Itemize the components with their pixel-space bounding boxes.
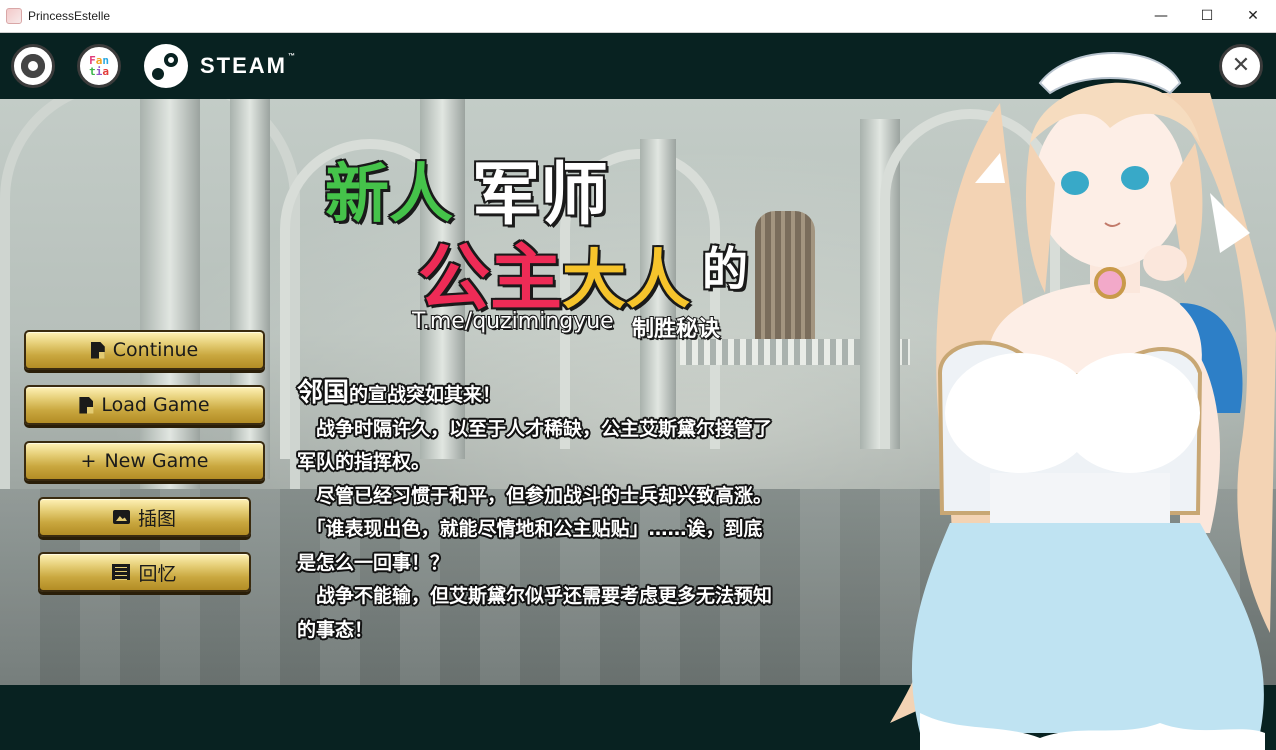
title-line2-white: 的 xyxy=(701,241,750,298)
window-controls: — ☐ ✕ xyxy=(1138,0,1276,32)
fantia-button[interactable]: Fan tia xyxy=(77,44,121,88)
film-icon xyxy=(112,564,131,580)
steam-icon xyxy=(144,44,188,88)
steam-link[interactable]: STEAM™ xyxy=(144,44,297,88)
file-icon xyxy=(79,396,94,414)
fantia-logo-icon: Fan tia xyxy=(89,54,109,78)
load-game-button[interactable]: Load Game xyxy=(24,385,265,425)
continue-label: Continue xyxy=(112,339,199,361)
window-titlebar: PrincessEstelle — ☐ ✕ xyxy=(0,0,1276,33)
game-screen: Fan tia STEAM™ ✕ 新人 军师 公主 大人 的 T.me/quzi… xyxy=(0,33,1276,750)
story-line: 战争时隔许久，以至于人才稀缺，公主艾斯黛尔接管了 xyxy=(297,417,773,440)
minimize-button[interactable]: — xyxy=(1138,0,1184,32)
gear-icon xyxy=(21,54,45,78)
load-game-label: Load Game xyxy=(101,394,210,416)
steam-label: STEAM™ xyxy=(200,53,297,78)
memory-button[interactable]: 回忆 xyxy=(38,552,251,592)
file-icon xyxy=(90,341,105,359)
maximize-button[interactable]: ☐ xyxy=(1184,0,1230,32)
princess-character-illustration xyxy=(890,52,1276,750)
plus-icon: + xyxy=(80,450,97,472)
title-subtitle: 制胜秘诀 xyxy=(631,316,721,343)
continue-button[interactable]: Continue xyxy=(24,330,265,370)
title-watermark: T.me/quzimingyue xyxy=(411,308,615,335)
new-game-button[interactable]: + New Game xyxy=(24,441,265,481)
settings-button[interactable] xyxy=(11,44,55,88)
story-line: 是怎么一回事！？ xyxy=(297,551,450,574)
story-line: 的事态！ xyxy=(297,618,374,641)
gallery-button[interactable]: 插图 xyxy=(38,497,251,537)
game-title-logo: 新人 军师 公主 大人 的 T.me/quzimingyue 制胜秘诀 xyxy=(320,133,780,363)
window-title: PrincessEstelle xyxy=(28,9,111,23)
story-line: 战争不能输，但艾斯黛尔似乎还需要考虑更多无法预知 xyxy=(297,585,773,607)
memory-label: 回忆 xyxy=(138,562,177,585)
story-line: 邻国的宣战突如其来！ xyxy=(297,378,502,408)
new-game-label: New Game xyxy=(104,450,209,472)
story-line: 军队的指挥权。 xyxy=(297,451,431,473)
story-line: 尽管已经习惯于和平，但参加战斗的士兵却兴致高涨。 xyxy=(297,484,773,507)
app-icon xyxy=(6,8,22,24)
image-icon xyxy=(112,510,130,524)
story-synopsis: 邻国的宣战突如其来！ 战争时隔许久，以至于人才稀缺，公主艾斯黛尔接管了 军队的指… xyxy=(297,377,877,647)
window-close-button[interactable]: ✕ xyxy=(1230,0,1276,32)
gallery-label: 插图 xyxy=(137,507,176,530)
title-line2-yellow: 大人 xyxy=(561,243,692,320)
story-line: 「谁表现出色，就能尽情地和公主贴贴」……诶，到底 xyxy=(297,518,763,540)
